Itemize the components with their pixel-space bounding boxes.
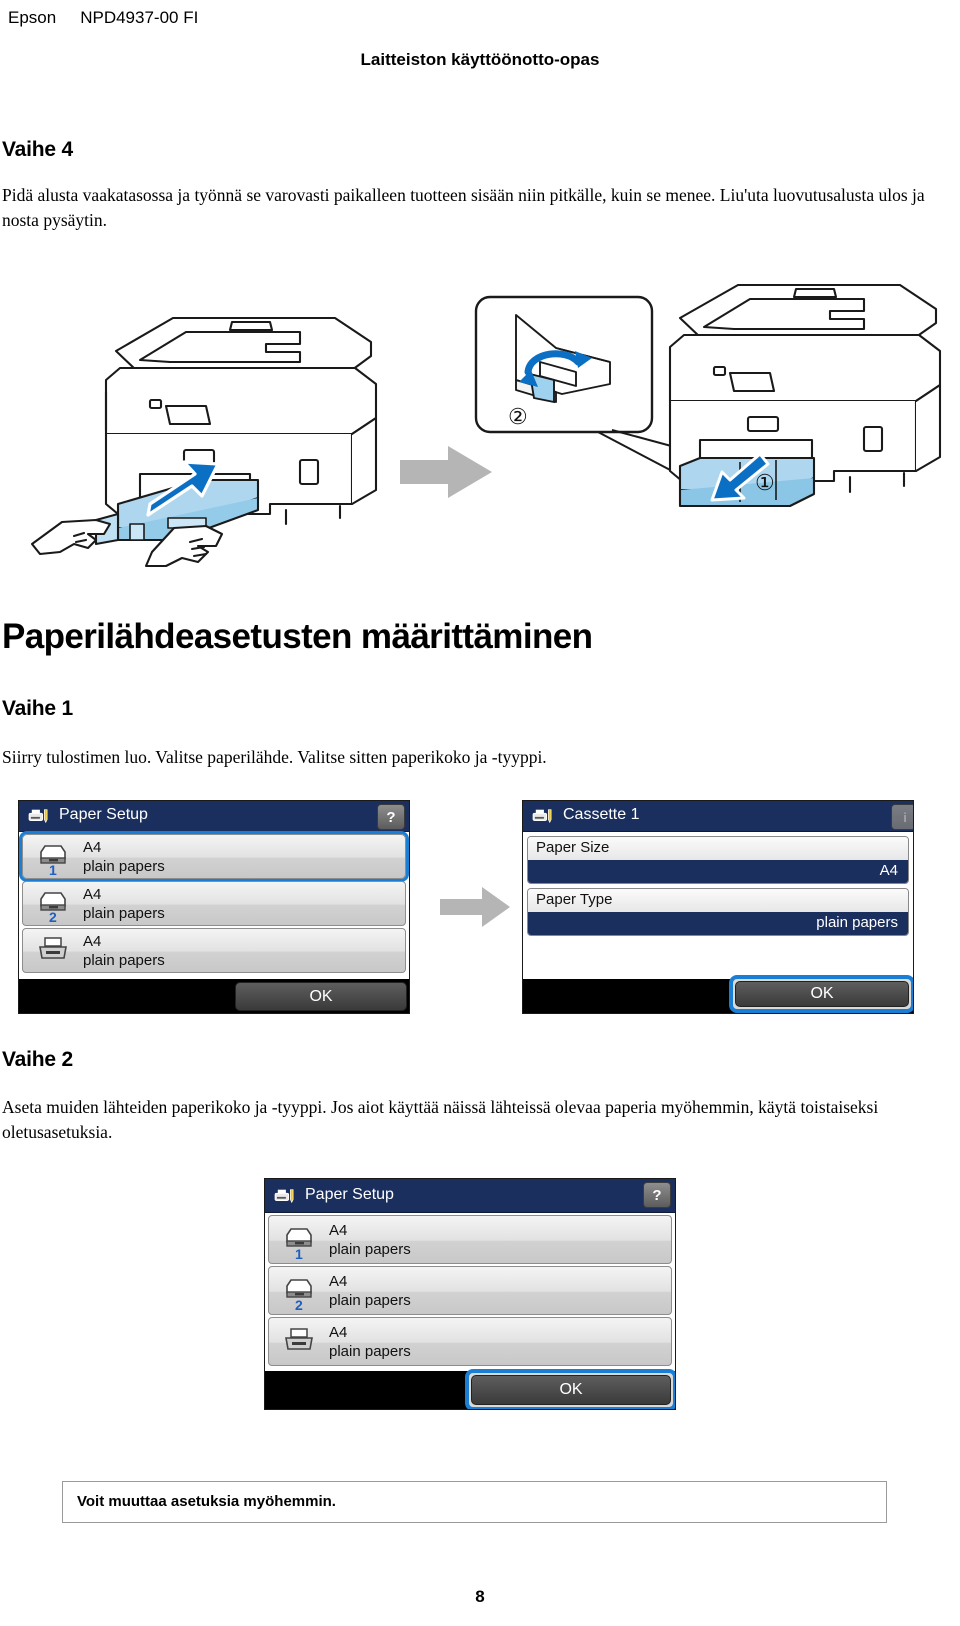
lcd-source-list: 1 A4 plain papers 2 A4 plain papers A4 p… [265, 1215, 675, 1375]
step-1-heading: Vaihe 1 [2, 697, 73, 720]
lcd-source-list: 1 A4 plain papers 2 A4 plain papers A4 p… [19, 831, 409, 980]
source-number: 2 [295, 1297, 303, 1313]
help-button[interactable]: ? [643, 1182, 671, 1208]
lcd-paper-setup-screen-1[interactable]: Paper Setup ? 1 A4 plain papers 2 A4 pla… [18, 800, 410, 1014]
ok-button[interactable]: OK [735, 981, 909, 1007]
ok-button[interactable]: OK [471, 1375, 671, 1405]
source-number: 1 [295, 1246, 303, 1262]
help-button[interactable]: ? [377, 804, 405, 830]
document-page: Epson NPD4937-00 FI Laitteiston käyttööno… [0, 0, 960, 1626]
help-icon: ? [652, 1186, 662, 1204]
note-text: Voit muuttaa asetuksia myöhemmin. [77, 1493, 336, 1510]
lcd-title-text: Paper Setup [305, 1186, 394, 1203]
step-4-body: Pidä alusta vaakatasossa ja työnnä se va… [2, 185, 925, 230]
paper-type-value: plain papers [329, 1343, 411, 1360]
step-1-body: Siirry tulostimen luo. Valitse paperiläh… [2, 747, 547, 767]
ok-button-wrapper: OK [729, 975, 913, 1013]
step-2-heading: Vaihe 2 [2, 1048, 73, 1071]
paper-size-value: A4 [83, 839, 102, 856]
help-button[interactable]: i [891, 804, 913, 830]
note-box: Voit muuttaa asetuksia myöhemmin. [62, 1481, 887, 1523]
ok-button[interactable]: OK [235, 982, 407, 1011]
printer-setup-icon [532, 809, 552, 824]
document-header: Epson NPD4937-00 FI [8, 8, 198, 28]
paper-type-value: plain papers [83, 858, 165, 875]
lcd-paper-setup-screen-2[interactable]: Paper Setup ? 1 A4 plain papers 2 A4 pla… [264, 1178, 676, 1410]
brand-label: Epson [8, 8, 57, 27]
help-icon: i [903, 809, 907, 825]
printer-setup-icon [28, 809, 48, 824]
step-2-body: Aseta muiden lähteiden paperikoko ja -ty… [2, 1097, 879, 1142]
paper-source-row-2[interactable]: 2 A4 plain papers [268, 1266, 672, 1315]
page-number: 8 [475, 1587, 485, 1606]
paper-type-value: plain papers [83, 952, 165, 969]
lcd-settings-list: Paper Size A4 Paper Type plain papers [523, 836, 913, 982]
ok-button-wrapper: OK [465, 1369, 675, 1409]
source-number: 2 [49, 909, 57, 925]
callout-2-label: ② [508, 404, 528, 429]
ok-button-wrapper: OK [235, 982, 407, 1011]
paper-source-row-1[interactable]: 1 A4 plain papers [19, 831, 409, 882]
paper-size-label: Paper Size [528, 837, 908, 860]
lcd-title-text: Paper Setup [59, 806, 148, 823]
paper-source-row-3[interactable]: A4 plain papers [22, 928, 406, 973]
paper-type-value: plain papers [329, 1292, 411, 1309]
paper-source-row-1[interactable]: 1 A4 plain papers [268, 1215, 672, 1264]
lcd-title-bar: Cassette 1 i [523, 801, 913, 832]
printer-setup-icon [274, 1189, 294, 1204]
lcd-cassette-1-screen[interactable]: Cassette 1 i Paper Size A4 Paper Type pl… [522, 800, 914, 1014]
paper-type-label: Paper Type [528, 889, 908, 912]
paper-size-setting[interactable]: Paper Size A4 [527, 836, 909, 884]
help-icon: ? [386, 808, 396, 826]
printer-illustration: ② ① [0, 252, 960, 582]
lcd-title-text: Cassette 1 [563, 806, 640, 823]
source-number: 1 [49, 862, 57, 878]
paper-size-value: A4 [528, 860, 908, 883]
document-number: NPD4937-00 FI [80, 8, 199, 27]
lcd-title-bar: Paper Setup ? [265, 1179, 675, 1213]
guide-title: Laitteiston käyttöönotto-opas [360, 50, 600, 69]
paper-type-value: plain papers [83, 905, 165, 922]
paper-source-row-3[interactable]: A4 plain papers [268, 1317, 672, 1366]
rear-feed-icon [39, 937, 67, 959]
gray-right-arrow-screens [440, 887, 510, 927]
paper-type-value: plain papers [528, 912, 908, 935]
section-heading: Paperilähdeasetusten määrittäminen [2, 617, 593, 656]
lcd-title-bar: Paper Setup ? [19, 801, 409, 832]
paper-size-value: A4 [83, 886, 102, 903]
paper-size-value: A4 [329, 1273, 348, 1290]
paper-size-value: A4 [329, 1222, 348, 1239]
rear-feed-icon [285, 1328, 313, 1350]
paper-type-setting[interactable]: Paper Type plain papers [527, 888, 909, 936]
paper-size-value: A4 [329, 1324, 348, 1341]
callout-1-label: ① [755, 470, 775, 495]
gray-right-arrow [400, 446, 492, 498]
paper-size-value: A4 [83, 933, 102, 950]
paper-source-row-2[interactable]: 2 A4 plain papers [22, 881, 406, 926]
step-4-heading: Vaihe 4 [2, 138, 73, 161]
paper-type-value: plain papers [329, 1241, 411, 1258]
